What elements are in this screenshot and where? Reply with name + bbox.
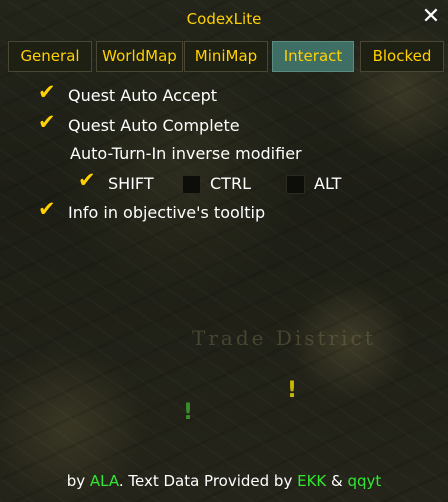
checkmark-icon: ✔ bbox=[38, 110, 56, 134]
close-icon[interactable]: ✕ bbox=[418, 4, 444, 30]
alt-checkbox[interactable] bbox=[284, 172, 308, 194]
window-title: CodexLite bbox=[186, 10, 262, 28]
option-quest-auto-accept[interactable]: ✔ Quest Auto Accept bbox=[38, 80, 218, 106]
map-background bbox=[0, 0, 448, 502]
option-modifier-ctrl[interactable]: CTRL bbox=[180, 172, 251, 194]
tab-minimap[interactable]: MiniMap bbox=[184, 41, 268, 72]
checkmark-icon: ✔ bbox=[78, 168, 96, 192]
credits-footer: by ALA. Text Data Provided by EKK & qqyt bbox=[0, 472, 448, 490]
quest-marker-green[interactable]: ! bbox=[183, 400, 193, 425]
quest-auto-accept-checkbox[interactable]: ✔ bbox=[38, 80, 62, 106]
empty-box-icon bbox=[286, 175, 305, 194]
option-modifier-alt[interactable]: ALT bbox=[284, 172, 341, 194]
credits-source-ekk: EKK bbox=[297, 472, 327, 490]
credits-middle: . Text Data Provided by bbox=[118, 472, 298, 490]
ctrl-checkbox[interactable] bbox=[180, 172, 204, 194]
quest-marker-yellow[interactable]: ! bbox=[287, 378, 297, 403]
option-info-tooltip[interactable]: ✔ Info in objective's tooltip bbox=[38, 197, 266, 223]
quest-auto-accept-label: Quest Auto Accept bbox=[68, 85, 218, 105]
info-tooltip-checkbox[interactable]: ✔ bbox=[38, 197, 62, 223]
modifier-heading: Auto-Turn-In inverse modifier bbox=[70, 144, 302, 163]
shift-label: SHIFT bbox=[108, 173, 154, 193]
tab-blocked[interactable]: Blocked bbox=[360, 41, 444, 72]
checkmark-icon: ✔ bbox=[38, 80, 56, 104]
district-label: Trade District bbox=[192, 326, 376, 350]
tab-interact[interactable]: Interact bbox=[272, 41, 354, 72]
alt-label: ALT bbox=[314, 173, 342, 193]
quest-auto-complete-checkbox[interactable]: ✔ bbox=[38, 110, 62, 136]
quest-auto-complete-label: Quest Auto Complete bbox=[68, 115, 240, 135]
tab-general[interactable]: General bbox=[8, 41, 92, 72]
ctrl-label: CTRL bbox=[210, 173, 251, 193]
credits-source-qqyt: qqyt bbox=[347, 472, 382, 490]
credits-by: by bbox=[66, 472, 90, 490]
shift-checkbox[interactable]: ✔ bbox=[78, 168, 102, 194]
option-modifier-shift[interactable]: ✔ SHIFT bbox=[78, 168, 154, 194]
option-quest-auto-complete[interactable]: ✔ Quest Auto Complete bbox=[38, 110, 240, 136]
empty-box-icon bbox=[182, 175, 201, 194]
info-tooltip-label: Info in objective's tooltip bbox=[68, 202, 266, 222]
tab-worldmap[interactable]: WorldMap bbox=[96, 41, 183, 72]
credits-author: ALA bbox=[89, 472, 119, 490]
credits-amp: & bbox=[326, 472, 348, 490]
checkmark-icon: ✔ bbox=[38, 197, 56, 221]
